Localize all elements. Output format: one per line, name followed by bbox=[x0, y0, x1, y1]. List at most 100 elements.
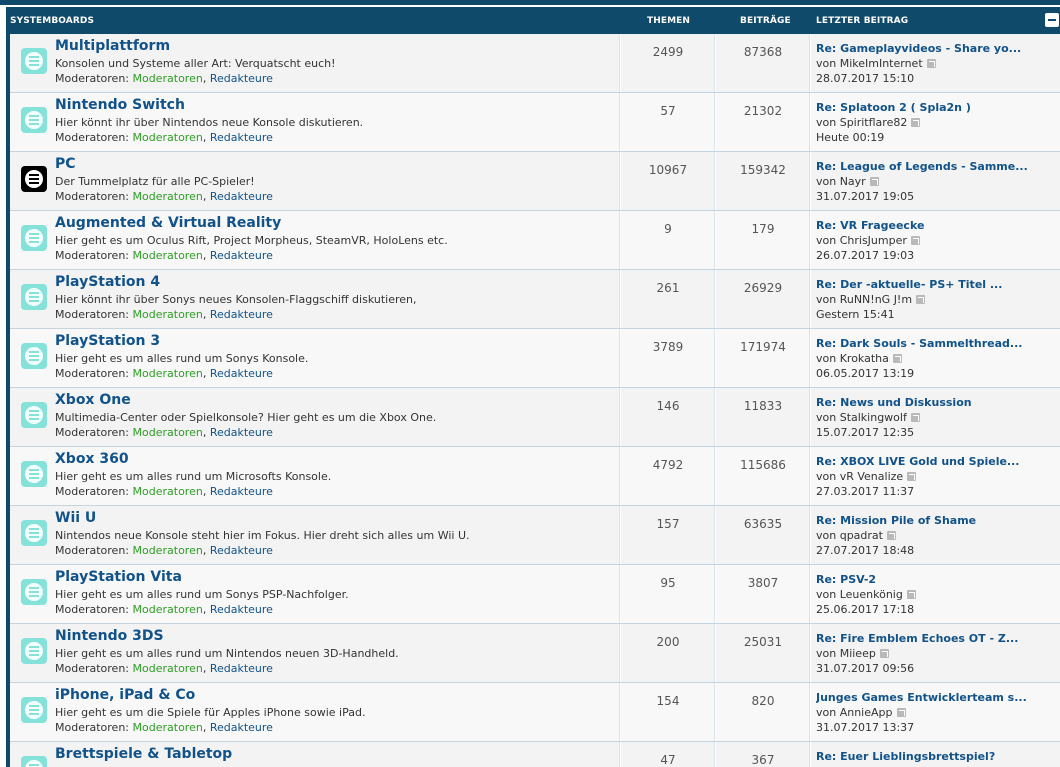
goto-last-post-icon[interactable] bbox=[906, 590, 916, 599]
goto-last-post-icon[interactable] bbox=[910, 236, 920, 245]
moderators-separator: , bbox=[202, 308, 207, 321]
forum-title-link[interactable]: iPhone, iPad & Co bbox=[55, 687, 615, 704]
goto-last-post-icon[interactable] bbox=[879, 649, 889, 658]
post-count: 171974 bbox=[740, 340, 786, 354]
moderators-group-link[interactable]: Moderatoren bbox=[133, 721, 203, 734]
last-post-author-name[interactable]: von Krokatha bbox=[816, 352, 889, 365]
last-post-title-link[interactable]: Re: Der -aktuelle- PS+ Titel ... bbox=[816, 277, 1056, 292]
forum-title-link[interactable]: Wii U bbox=[55, 510, 615, 527]
redakteure-group-link[interactable]: Redakteure bbox=[210, 308, 273, 321]
forum-unread-icon bbox=[21, 461, 47, 487]
last-post-date: 27.07.2017 18:48 bbox=[816, 544, 915, 557]
moderators-group-link[interactable]: Moderatoren bbox=[133, 544, 203, 557]
last-post-date: 27.03.2017 11:37 bbox=[816, 485, 915, 498]
moderators-group-link[interactable]: Moderatoren bbox=[133, 485, 203, 498]
redakteure-group-link[interactable]: Redakteure bbox=[210, 721, 273, 734]
redakteure-group-link[interactable]: Redakteure bbox=[210, 131, 273, 144]
moderators-separator: , bbox=[202, 367, 207, 380]
goto-last-post-icon[interactable] bbox=[869, 177, 879, 186]
goto-last-post-icon[interactable] bbox=[892, 354, 902, 363]
goto-last-post-icon[interactable] bbox=[910, 413, 920, 422]
moderators-group-link[interactable]: Moderatoren bbox=[133, 662, 203, 675]
redakteure-group-link[interactable]: Redakteure bbox=[210, 603, 273, 616]
last-post-title-link[interactable]: Junges Games Entwicklerteam s... bbox=[816, 690, 1056, 705]
last-post-title-link[interactable]: Re: PSV-2 bbox=[816, 572, 1056, 587]
last-post-title-link[interactable]: Re: Splatoon 2 ( Spla2n ) bbox=[816, 100, 1056, 115]
last-post-title-link[interactable]: Re: News und Diskussion bbox=[816, 395, 1056, 410]
last-post-author-name[interactable]: von RuNN!nG J!m bbox=[816, 293, 912, 306]
forum-title-link[interactable]: PlayStation Vita bbox=[55, 569, 615, 586]
goto-last-post-icon[interactable] bbox=[926, 59, 936, 68]
redakteure-group-link[interactable]: Redakteure bbox=[210, 662, 273, 675]
panel-header: SYSTEMBOARDS THEMEN BEITRÄGE LETZTER BEI… bbox=[6, 7, 1060, 34]
last-post-author-name[interactable]: von Miieep bbox=[816, 647, 876, 660]
moderators-group-link[interactable]: Moderatoren bbox=[133, 72, 203, 85]
last-post-title-link[interactable]: Re: VR Frageecke bbox=[816, 218, 1056, 233]
forum-description: Nintendos neue Konsole steht hier im Fok… bbox=[55, 529, 470, 542]
forum-info: Xbox One Multimedia-Center oder Spielkon… bbox=[55, 392, 615, 440]
last-post-author-name[interactable]: von AnnieApp bbox=[816, 706, 893, 719]
last-post-author-name[interactable]: von qpadrat bbox=[816, 529, 883, 542]
redakteure-group-link[interactable]: Redakteure bbox=[210, 72, 273, 85]
forum-title-link[interactable]: Multiplattform bbox=[55, 38, 615, 55]
forum-title-link[interactable]: Augmented & Virtual Reality bbox=[55, 215, 615, 232]
last-post-date: 31.07.2017 09:56 bbox=[816, 662, 915, 675]
last-post-date: 25.06.2017 17:18 bbox=[816, 603, 915, 616]
goto-last-post-icon[interactable] bbox=[886, 531, 896, 540]
redakteure-group-link[interactable]: Redakteure bbox=[210, 249, 273, 262]
topic-count: 146 bbox=[656, 399, 680, 413]
goto-last-post-icon[interactable] bbox=[907, 472, 917, 481]
last-post-author-name[interactable]: von MikeImInternet bbox=[816, 57, 923, 70]
forum-title-link[interactable]: Nintendo Switch bbox=[55, 97, 615, 114]
moderators-group-link[interactable]: Moderatoren bbox=[133, 308, 203, 321]
last-post-author-name[interactable]: von Nayr bbox=[816, 175, 866, 188]
forum-row: PlayStation Vita Hier geht es um alles r… bbox=[10, 565, 1060, 624]
last-post-title-link[interactable]: Re: Euer Lieblingsbrettspiel? bbox=[816, 749, 1056, 764]
moderators-group-link[interactable]: Moderatoren bbox=[133, 603, 203, 616]
moderators-separator: , bbox=[202, 72, 207, 85]
moderators-label: Moderatoren: bbox=[55, 249, 130, 262]
last-post-author-name[interactable]: von ChrisJumper bbox=[816, 234, 907, 247]
forum-title-link[interactable]: Brettspiele & Tabletop bbox=[55, 746, 615, 763]
redakteure-group-link[interactable]: Redakteure bbox=[210, 190, 273, 203]
last-post-title-link[interactable]: Re: Mission Pile of Shame bbox=[816, 513, 1056, 528]
forum-title-link[interactable]: PlayStation 3 bbox=[55, 333, 615, 350]
last-post-author-name[interactable]: von Leuenkönig bbox=[816, 588, 903, 601]
last-post-author-name[interactable]: von Spiritflare82 bbox=[816, 116, 907, 129]
last-post-author: von Krokatha bbox=[816, 351, 1056, 366]
forum-title-link[interactable]: Nintendo 3DS bbox=[55, 628, 615, 645]
last-post-author-name[interactable]: von vR Venalize bbox=[816, 470, 903, 483]
topic-count: 4792 bbox=[652, 458, 684, 472]
moderators-group-link[interactable]: Moderatoren bbox=[133, 249, 203, 262]
last-post-title-link[interactable]: Re: League of Legends - Samme... bbox=[816, 159, 1056, 174]
forum-description: Multimedia-Center oder Spielkonsole? Hie… bbox=[55, 411, 437, 424]
redakteure-group-link[interactable]: Redakteure bbox=[210, 485, 273, 498]
forum-title-link[interactable]: Xbox One bbox=[55, 392, 615, 409]
last-post-title-link[interactable]: Re: Fire Emblem Echoes OT - Z... bbox=[816, 631, 1056, 646]
topic-count: 9 bbox=[664, 222, 672, 236]
last-post-title-link[interactable]: Re: Gameplayvideos - Share yo... bbox=[816, 41, 1056, 56]
forum-title-link[interactable]: PC bbox=[55, 156, 615, 173]
redakteure-group-link[interactable]: Redakteure bbox=[210, 426, 273, 439]
forum-description: Hier geht es um die Spiele für Apples iP… bbox=[55, 706, 366, 719]
moderators-group-link[interactable]: Moderatoren bbox=[133, 426, 203, 439]
last-post-title-link[interactable]: Re: Dark Souls - Sammelthread... bbox=[816, 336, 1056, 351]
last-post-title-link[interactable]: Re: XBOX LIVE Gold und Spiele... bbox=[816, 454, 1056, 469]
collapse-icon[interactable] bbox=[1045, 13, 1059, 27]
moderators-group-link[interactable]: Moderatoren bbox=[133, 131, 203, 144]
redakteure-group-link[interactable]: Redakteure bbox=[210, 367, 273, 380]
moderators-label: Moderatoren: bbox=[55, 485, 130, 498]
moderators-label: Moderatoren: bbox=[55, 72, 130, 85]
last-post-author-name[interactable]: von Stalkingwolf bbox=[816, 411, 907, 424]
forum-row: Nintendo 3DS Hier geht es um alles rund … bbox=[10, 624, 1060, 683]
moderators-group-link[interactable]: Moderatoren bbox=[133, 367, 203, 380]
moderators-group-link[interactable]: Moderatoren bbox=[133, 190, 203, 203]
header-systemboards[interactable]: SYSTEMBOARDS bbox=[10, 16, 94, 26]
forum-title-link[interactable]: PlayStation 4 bbox=[55, 274, 615, 291]
goto-last-post-icon[interactable] bbox=[916, 295, 926, 304]
last-post: Re: Mission Pile of Shame von qpadrat 27… bbox=[816, 513, 1056, 558]
forum-title-link[interactable]: Xbox 360 bbox=[55, 451, 615, 468]
goto-last-post-icon[interactable] bbox=[896, 708, 906, 717]
goto-last-post-icon[interactable] bbox=[911, 118, 921, 127]
redakteure-group-link[interactable]: Redakteure bbox=[210, 544, 273, 557]
